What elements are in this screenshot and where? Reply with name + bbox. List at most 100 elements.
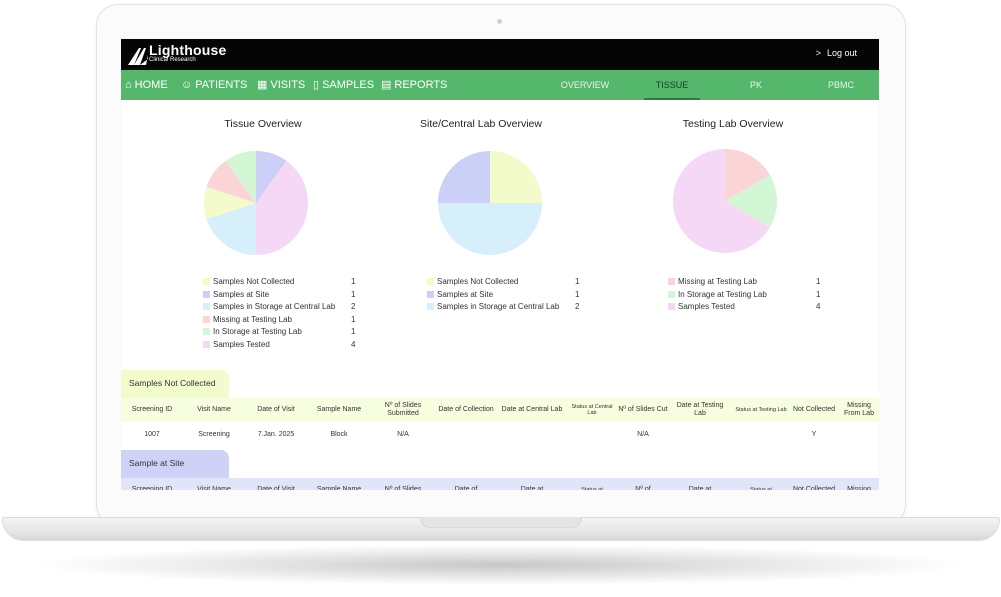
- legend-swatch: [203, 315, 210, 323]
- legend-tissue: Samples Not Collected 1 Samples at Site 1 Sa…: [203, 276, 358, 351]
- column-header[interactable]: Sample Name: [311, 478, 367, 490]
- table-cell: Screening: [198, 431, 230, 438]
- table-cell: N/A: [637, 431, 649, 438]
- column-header[interactable]: Date of Visit: [245, 478, 307, 490]
- column-header[interactable]: Nº of Slides Submitted: [371, 398, 435, 422]
- column-header[interactable]: Sample Name: [311, 398, 367, 422]
- legend-value: 1: [351, 289, 356, 299]
- logout-link[interactable]: > Log out: [816, 48, 857, 58]
- column-header[interactable]: Screening ID: [127, 478, 177, 490]
- nav-samples-label: SAMPLES: [322, 79, 375, 91]
- column-header[interactable]: Date of: [437, 478, 495, 490]
- column-header[interactable]: Status at Central Lab: [567, 398, 617, 422]
- legend-row: In Storage at Testing Lab 1: [668, 289, 828, 302]
- column-header[interactable]: Not Collected: [789, 398, 839, 422]
- column-header[interactable]: Missing From Lab: [839, 398, 879, 422]
- column-header[interactable]: Date at Testing Lab: [671, 398, 729, 422]
- column-header[interactable]: Not Collected: [789, 478, 839, 490]
- legend-value: 2: [351, 302, 356, 311]
- legend-value: 4: [816, 302, 821, 311]
- legend-label: Samples Not Collected: [437, 277, 519, 286]
- nav-visits-label: VISITS: [270, 79, 306, 91]
- section-tab-sample-at-site[interactable]: Sample at Site: [121, 450, 229, 478]
- pie-slice-3: [438, 203, 542, 255]
- column-header[interactable]: Nº of Slides Cut: [617, 398, 669, 422]
- chart-title-testing-lab: Testing Lab Overview: [682, 118, 784, 130]
- legend-value: 1: [575, 277, 580, 286]
- nav-home-label: HOME: [134, 79, 168, 91]
- legend-label: Missing at Testing Lab: [213, 314, 293, 324]
- column-header[interactable]: Date at Central Lab: [501, 398, 563, 422]
- column-header[interactable]: Date at: [671, 478, 729, 490]
- pie-chart-testing-lab: [673, 149, 777, 253]
- test-tube-icon: ▯: [313, 79, 320, 91]
- column-header[interactable]: Missing: [839, 478, 879, 490]
- column-header[interactable]: Screening ID: [127, 398, 177, 422]
- main-nav: ⌂ HOME ☺ PATIENTS ▦ VISITS ▯ SAMPLES ▤ REPORT…: [121, 70, 879, 100]
- legend-row: Missing at Testing Lab 1: [203, 314, 358, 327]
- legend-row: Samples Not Collected 1: [203, 276, 358, 289]
- legend-row: Samples at Site 1: [427, 289, 582, 302]
- nav-visits[interactable]: ▦ VISITS: [257, 70, 305, 100]
- legend-swatch: [203, 278, 210, 285]
- legend-swatch: [427, 303, 434, 310]
- legend-swatch: [427, 278, 434, 285]
- legend-label: Samples at Site: [437, 289, 494, 299]
- legend-label: Missing at Testing Lab: [678, 277, 758, 286]
- table-cell: N/A: [397, 431, 409, 438]
- chart-title-tissue: Tissue Overview: [224, 118, 302, 130]
- pie-slice-1: [490, 151, 542, 203]
- legend-swatch: [203, 340, 210, 348]
- legend-value: 1: [816, 289, 821, 299]
- nav-reports-label: REPORTS: [394, 79, 448, 91]
- legend-testing-lab: Missing at Testing Lab 1 In Storage at Tes…: [668, 276, 828, 314]
- column-header[interactable]: Nº of Slides: [371, 478, 435, 490]
- nav-patients[interactable]: ☺ PATIENTS: [181, 70, 247, 100]
- legend-label: Samples Not Collected: [213, 277, 295, 286]
- nav-home[interactable]: ⌂ HOME: [125, 70, 168, 100]
- legend-row: Missing at Testing Lab 1: [668, 276, 828, 289]
- pie-slice-2: [438, 151, 490, 203]
- legend-label: Samples at Site: [213, 289, 270, 299]
- legend-swatch: [203, 303, 210, 310]
- legend-row: Samples Not Collected 1: [427, 276, 582, 289]
- legend-row: In Storage at Testing Lab 1: [203, 326, 358, 339]
- nav-samples[interactable]: ▯ SAMPLES: [313, 70, 374, 100]
- tab-overview[interactable]: OVERVIEW: [551, 70, 619, 100]
- legend-value: 1: [351, 277, 356, 286]
- chevron-right-icon: >: [815, 48, 821, 58]
- legend-label: In Storage at Testing Lab: [678, 289, 767, 299]
- logout-label: Log out: [826, 48, 857, 58]
- column-header[interactable]: Status at: [567, 478, 617, 490]
- legend-swatch: [427, 290, 434, 298]
- legend-label: Samples Tested: [678, 302, 735, 311]
- legend-label: Samples in Storage at Central Lab: [437, 302, 560, 311]
- table-header-not-collected: Screening ID Visit Name Date of Visit Sampl…: [121, 398, 879, 422]
- app-screen: Lighthouse Clinical Research > Log out ⌂ H…: [121, 39, 879, 490]
- legend-row: Samples in Storage at Central Lab 2: [427, 301, 582, 314]
- legend-site-central: Samples Not Collected 1 Samples at Site 1 Sa…: [427, 276, 582, 314]
- column-header[interactable]: Visit Name: [187, 398, 241, 422]
- tab-tissue[interactable]: TISSUE: [644, 70, 700, 100]
- section-tab-not-collected[interactable]: Samples Not Collected: [121, 370, 229, 398]
- column-header[interactable]: Date of Collection: [437, 398, 495, 422]
- column-header[interactable]: Status at: [733, 478, 789, 490]
- column-header[interactable]: Date of Visit: [245, 398, 307, 422]
- table-header-sample-at-site: Screening ID Visit Name Date of Visit Sampl…: [121, 478, 879, 490]
- table-cell: Block: [330, 431, 348, 438]
- laptop-notch: [420, 517, 582, 528]
- legend-swatch: [668, 278, 675, 285]
- column-header[interactable]: Nº of: [617, 478, 669, 490]
- column-header[interactable]: Status at Testing Lab: [733, 398, 789, 422]
- legend-swatch: [668, 303, 675, 310]
- nav-reports[interactable]: ▤ REPORTS: [381, 70, 447, 100]
- column-header[interactable]: Visit Name: [187, 478, 241, 490]
- tab-pk[interactable]: PK: [731, 70, 781, 100]
- tab-pbmc[interactable]: PBMC: [816, 70, 866, 100]
- legend-value: 1: [816, 277, 821, 286]
- column-header[interactable]: Date at: [501, 478, 563, 490]
- table-cell: Y: [811, 431, 817, 438]
- camera-dot: [497, 19, 502, 24]
- legend-row: Samples at Site 1: [203, 289, 358, 302]
- report-icon: ▤: [381, 79, 392, 91]
